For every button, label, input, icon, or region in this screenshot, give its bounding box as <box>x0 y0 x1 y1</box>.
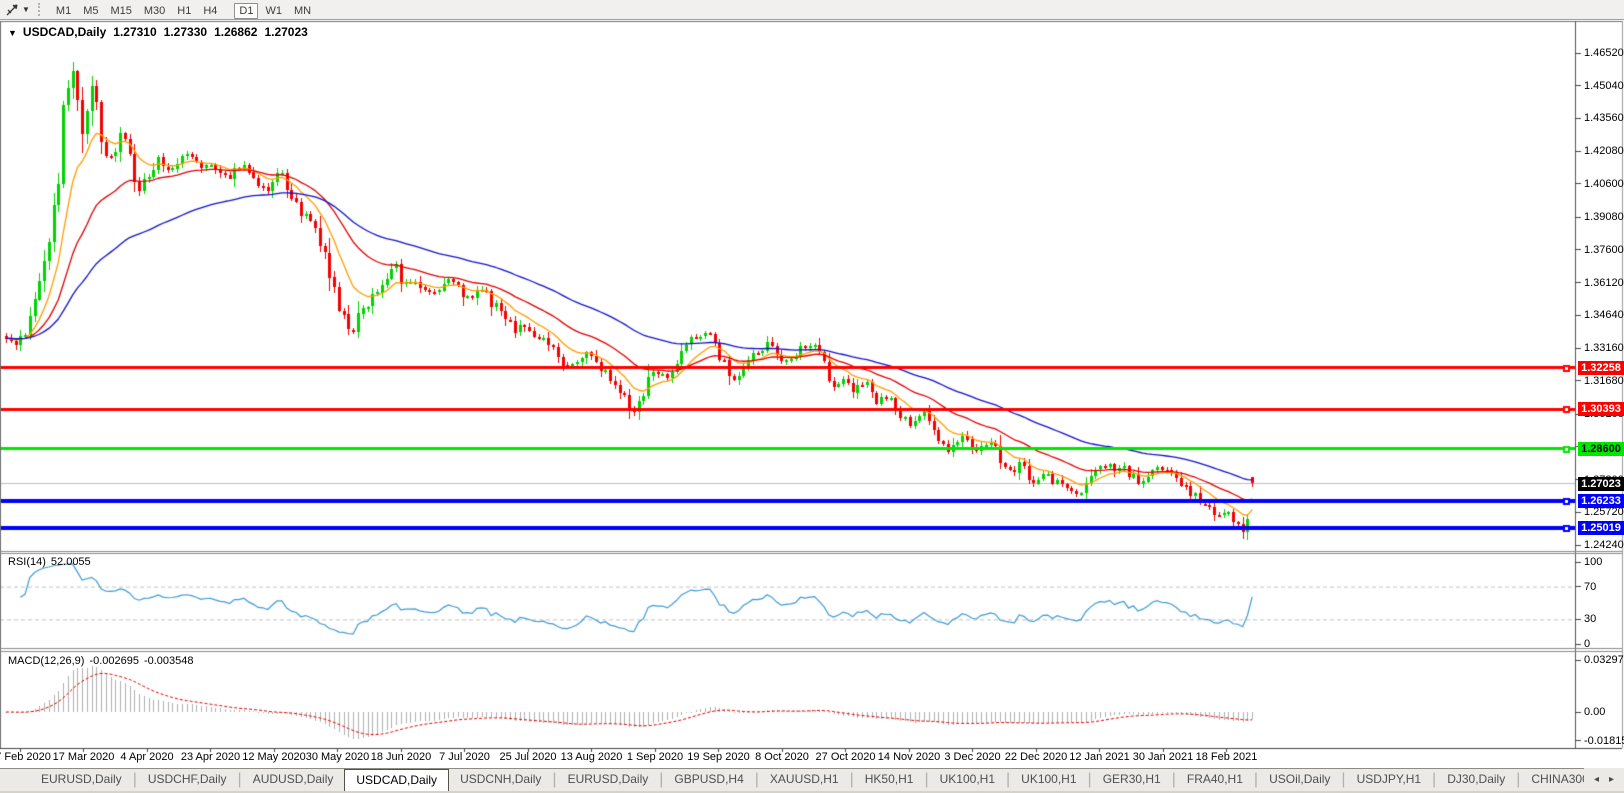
tab-gbpusd-h4[interactable]: GBPUSD,H4 <box>663 769 754 791</box>
chevron-down-icon[interactable]: ▼ <box>22 5 30 14</box>
tab-audusd-daily[interactable]: AUDUSD,Daily <box>242 769 345 791</box>
terminal-window: ▼ M1M5M15M30H1H4D1W1MN ▼USDCAD,Daily1.27… <box>0 0 1624 793</box>
symbol-tab-bar: EURUSD,Daily|USDCHF,Daily|AUDUSD,DailyUS… <box>0 768 1624 791</box>
tab-hk50-h1[interactable]: HK50,H1 <box>854 769 925 791</box>
tab-eurusd-daily[interactable]: EURUSD,Daily <box>30 769 133 791</box>
tabs-scroll-right-button[interactable]: ▸ <box>1609 774 1614 785</box>
tf-button-m30[interactable]: M30 <box>139 3 170 19</box>
tf-button-w1[interactable]: W1 <box>260 3 287 19</box>
tab-xauusd-h1[interactable]: XAUUSD,H1 <box>759 769 850 791</box>
tf-button-d1[interactable]: D1 <box>234 3 258 19</box>
tab-usdcad-daily[interactable]: USDCAD,Daily <box>344 769 449 791</box>
tf-button-m15[interactable]: M15 <box>105 3 136 19</box>
tab-scroll-arrows: ◂ ▸ <box>1584 768 1624 790</box>
tf-button-mn[interactable]: MN <box>289 3 316 19</box>
tab-usdjpy-h1[interactable]: USDJPY,H1 <box>1346 769 1432 791</box>
tab-usoil-daily[interactable]: USOil,Daily <box>1258 769 1341 791</box>
tab-uk100-h1[interactable]: UK100,H1 <box>1010 769 1087 791</box>
timeframe-toolbar: ▼ M1M5M15M30H1H4 D1W1MN <box>0 0 1624 20</box>
tab-dj30-daily[interactable]: DJ30,Daily <box>1436 769 1516 791</box>
chart-canvas[interactable] <box>0 20 1624 768</box>
tab-usdchf-daily[interactable]: USDCHF,Daily <box>137 769 238 791</box>
tabs-scroll-left-button[interactable]: ◂ <box>1594 774 1599 785</box>
toolbar-grip <box>38 3 43 16</box>
tf-button-m1[interactable]: M1 <box>51 3 76 19</box>
tf-button-h1[interactable]: H1 <box>172 3 196 19</box>
timeframe-buttons: M1M5M15M30H1H4 D1W1MN <box>50 1 317 19</box>
tf-button-m5[interactable]: M5 <box>78 3 103 19</box>
tab-fra40-h1[interactable]: FRA40,H1 <box>1176 769 1254 791</box>
tab-usdcnh-daily[interactable]: USDCNH,Daily <box>449 769 552 791</box>
chart-cursor-icon[interactable] <box>3 2 21 18</box>
tf-button-h4[interactable]: H4 <box>198 3 222 19</box>
tab-uk100-h1[interactable]: UK100,H1 <box>929 769 1006 791</box>
chart-cursor-glyph <box>5 2 20 17</box>
tab-ger30-h1[interactable]: GER30,H1 <box>1092 769 1172 791</box>
tab-eurusd-daily[interactable]: EURUSD,Daily <box>557 769 660 791</box>
